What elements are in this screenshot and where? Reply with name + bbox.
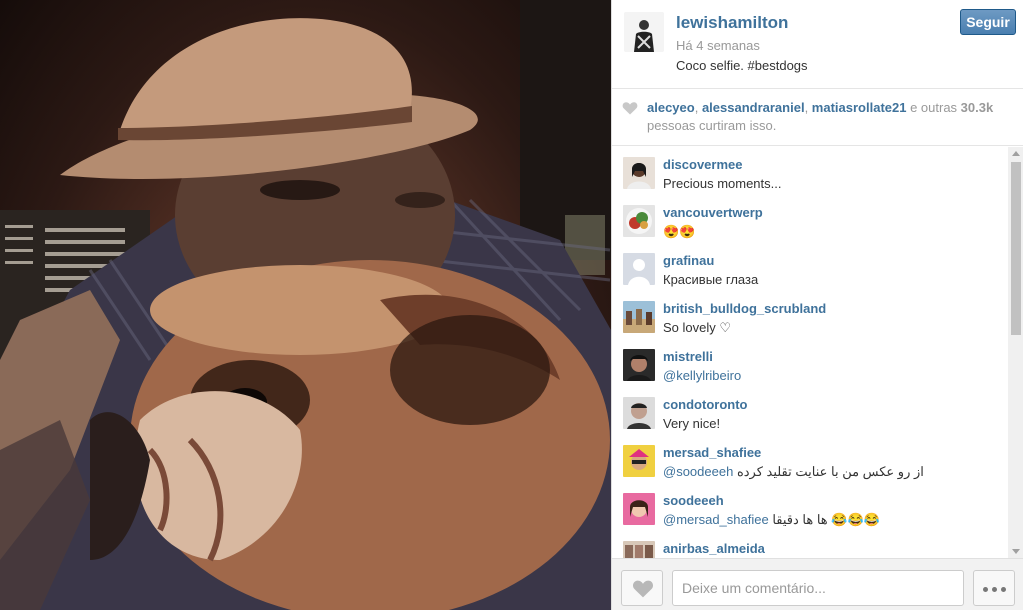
comment-item: mersad_shafiee @soodeeeh از رو عکس من با… xyxy=(612,435,1008,483)
comment-footer xyxy=(612,558,1023,610)
post-header: lewishamilton Há 4 semanas Coco selfie. … xyxy=(612,0,1023,89)
person-icon xyxy=(624,12,664,52)
dot-icon xyxy=(992,587,997,592)
comment-text: @soodeeeh از رو عکس من با عنایت تقلید کر… xyxy=(663,464,924,480)
like-button[interactable] xyxy=(621,570,663,606)
comment-item: discovermee Precious moments... xyxy=(612,147,1008,195)
comments-list[interactable]: discovermee Precious moments... vancouve… xyxy=(612,147,1008,558)
more-options-button[interactable] xyxy=(973,570,1015,606)
likes-separator: , xyxy=(804,100,812,115)
commenter-avatar[interactable] xyxy=(623,493,655,525)
avatar-image xyxy=(623,541,655,558)
likes-others-label: e outras xyxy=(906,100,961,115)
avatar-image xyxy=(623,157,655,189)
comment-body: ها ها دقیقا 😂😂😂 xyxy=(768,512,880,527)
comment-text: 😍😍 xyxy=(663,224,696,239)
liker-link[interactable]: alecyeo xyxy=(647,100,695,115)
commenter-username[interactable]: soodeeeh xyxy=(663,493,724,508)
avatar-image xyxy=(623,397,655,429)
commenter-avatar[interactable] xyxy=(623,205,655,237)
comment-text: Very nice! xyxy=(663,416,721,431)
avatar-image xyxy=(623,301,655,333)
commenter-username[interactable]: british_bulldog_scrubland xyxy=(663,301,826,316)
comments-scrollbar[interactable] xyxy=(1008,147,1023,558)
commenter-username[interactable]: mersad_shafiee xyxy=(663,445,761,460)
photo-illustration xyxy=(0,0,611,610)
likes-suffix: pessoas curtiram isso. xyxy=(647,118,777,133)
liker-link[interactable]: alessandraraniel xyxy=(702,100,805,115)
comment-text: @kellylribeiro xyxy=(663,368,741,383)
commenter-avatar[interactable] xyxy=(623,157,655,189)
comment-input[interactable] xyxy=(672,570,964,606)
scrollbar-thumb[interactable] xyxy=(1011,162,1021,335)
comment-text: @mersad_shafiee ها ها دقیقا 😂😂😂 xyxy=(663,512,880,528)
commenter-username[interactable]: condotoronto xyxy=(663,397,747,412)
post-photo xyxy=(0,0,611,610)
comment-item: grafinau Красивые глаза xyxy=(612,243,1008,291)
commenter-username[interactable]: mistrelli xyxy=(663,349,713,364)
comment-text: Красивые глаза xyxy=(663,272,759,287)
author-avatar[interactable] xyxy=(624,12,664,52)
heart-icon xyxy=(632,580,654,598)
follow-button[interactable]: Seguir xyxy=(960,9,1016,35)
commenter-avatar[interactable] xyxy=(623,397,655,429)
commenter-username[interactable]: vancouvertwerp xyxy=(663,205,763,220)
comment-mention[interactable]: @soodeeeh xyxy=(663,464,733,479)
comment-item: mistrelli @kellylribeiro xyxy=(612,339,1008,387)
comment-item: anirbas_almeida xyxy=(612,531,1008,558)
comment-item: british_bulldog_scrubland So lovely ♡ xyxy=(612,291,1008,339)
avatar-image xyxy=(623,205,655,237)
likes-count[interactable]: 30.3k xyxy=(961,100,994,115)
liker-link[interactable]: matiasrollate21 xyxy=(812,100,907,115)
scroll-down-arrow-icon[interactable] xyxy=(1012,549,1020,554)
avatar-image xyxy=(623,349,655,381)
commenter-username[interactable]: anirbas_almeida xyxy=(663,541,765,556)
comment-item: vancouvertwerp 😍😍 xyxy=(612,195,1008,243)
avatar-image xyxy=(623,445,655,477)
dot-icon xyxy=(983,587,988,592)
post-caption: Coco selfie. #bestdogs xyxy=(676,58,808,73)
comment-text: So lovely ♡ xyxy=(663,320,732,335)
post-time[interactable]: Há 4 semanas xyxy=(676,38,760,53)
comment-body: از رو عکس من با عنایت تقلید کرده xyxy=(733,464,924,479)
dot-icon xyxy=(1001,587,1006,592)
commenter-username[interactable]: grafinau xyxy=(663,253,714,268)
comment-text: Precious moments... xyxy=(663,176,782,191)
commenter-avatar[interactable] xyxy=(623,541,655,558)
comment-item: condotoronto Very nice! xyxy=(612,387,1008,435)
avatar-image xyxy=(623,493,655,525)
likes-separator: , xyxy=(694,100,702,115)
comment-mention[interactable]: @kellylribeiro xyxy=(663,368,741,383)
scroll-up-arrow-icon[interactable] xyxy=(1012,151,1020,156)
commenter-avatar[interactable] xyxy=(623,349,655,381)
author-username[interactable]: lewishamilton xyxy=(676,13,788,33)
comment-mention[interactable]: @mersad_shafiee xyxy=(663,512,769,527)
commenter-avatar[interactable] xyxy=(623,253,655,285)
heart-icon xyxy=(622,102,638,115)
commenter-username[interactable]: discovermee xyxy=(663,157,743,172)
post-side-panel: lewishamilton Há 4 semanas Coco selfie. … xyxy=(611,0,1023,610)
default-avatar-icon xyxy=(623,253,655,285)
commenter-avatar[interactable] xyxy=(623,445,655,477)
likes-section: alecyeo, alessandraraniel, matiasrollate… xyxy=(612,89,1023,146)
commenter-avatar[interactable] xyxy=(623,301,655,333)
comment-item: soodeeeh @mersad_shafiee ها ها دقیقا 😂😂😂 xyxy=(612,483,1008,531)
likes-line: alecyeo, alessandraraniel, matiasrollate… xyxy=(647,100,993,115)
